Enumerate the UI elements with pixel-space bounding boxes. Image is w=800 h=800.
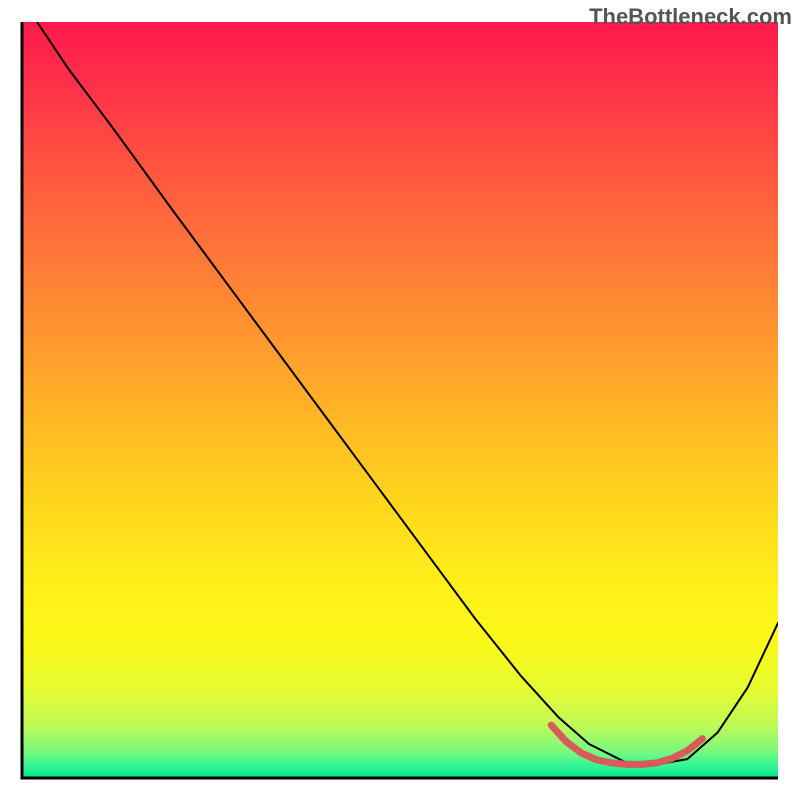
bottleneck-chart — [0, 0, 800, 800]
watermark-label: TheBottleneck.com — [589, 4, 792, 30]
chart-container: TheBottleneck.com — [0, 0, 800, 800]
heat-gradient-background — [22, 22, 778, 778]
